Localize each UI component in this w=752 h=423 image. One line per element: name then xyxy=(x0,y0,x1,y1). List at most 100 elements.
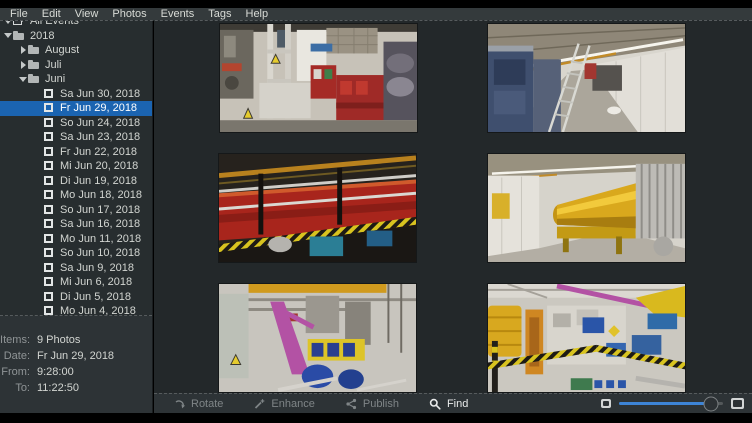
publish-label: Publish xyxy=(363,398,399,410)
sidebar-tree-item[interactable]: Sa Jun 23, 2018 xyxy=(0,130,152,145)
expander-icon[interactable] xyxy=(18,43,28,58)
folder-icon xyxy=(28,59,41,71)
expander-icon[interactable] xyxy=(33,159,43,174)
event-icon xyxy=(43,247,56,259)
expander-icon[interactable] xyxy=(18,58,28,73)
sidebar-tree-item[interactable]: All Events xyxy=(0,21,152,29)
sidebar-tree-item[interactable]: Juni xyxy=(0,72,152,87)
expander-icon[interactable] xyxy=(33,304,43,316)
event-icon xyxy=(43,233,56,245)
thumbnail-small-icon[interactable] xyxy=(601,399,611,408)
event-icon xyxy=(43,218,56,230)
expander-icon[interactable] xyxy=(33,188,43,203)
info-panel: Items: 9 Photos Date: Fr Jun 29, 2018 Fr… xyxy=(0,316,152,413)
event-icon xyxy=(43,117,56,129)
sidebar-tree-item[interactable]: Mi Jun 6, 2018 xyxy=(0,275,152,290)
expander-icon[interactable] xyxy=(33,101,43,116)
tree-item-label: August xyxy=(45,44,79,56)
menu-item[interactable]: File xyxy=(3,8,35,20)
tree-item-label: So Jun 17, 2018 xyxy=(60,204,140,216)
expander-icon[interactable] xyxy=(33,116,43,131)
tree-item-label: Juli xyxy=(45,59,62,71)
expander-icon[interactable] xyxy=(33,87,43,102)
sidebar-tree-item[interactable]: Sa Jun 30, 2018 xyxy=(0,87,152,102)
expander-icon[interactable] xyxy=(33,246,43,261)
sidebar-tree-item[interactable]: 2018 xyxy=(0,29,152,44)
rotate-label: Rotate xyxy=(191,398,223,410)
info-row: Date: Fr Jun 29, 2018 xyxy=(0,348,152,364)
expander-icon[interactable] xyxy=(33,217,43,232)
tree-item-label: Mo Jun 18, 2018 xyxy=(60,189,142,201)
photo-thumbnail-6[interactable] xyxy=(487,283,686,393)
expander-icon[interactable] xyxy=(33,130,43,145)
sidebar-tree-item[interactable]: Sa Jun 16, 2018 xyxy=(0,217,152,232)
event-icon xyxy=(43,146,56,158)
photo-thumbnail-1[interactable] xyxy=(219,23,418,133)
tree-item-label: Di Jun 19, 2018 xyxy=(60,175,137,187)
events-icon xyxy=(13,21,26,27)
event-icon xyxy=(43,175,56,187)
event-icon xyxy=(43,160,56,172)
expander-icon[interactable] xyxy=(33,275,43,290)
expander-icon[interactable] xyxy=(33,261,43,276)
expander-icon[interactable] xyxy=(33,145,43,160)
info-row: To: 11:22:50 xyxy=(0,380,152,396)
info-label: From: xyxy=(0,366,30,378)
sidebar-tree-item[interactable]: So Jun 17, 2018 xyxy=(0,203,152,218)
expander-icon[interactable] xyxy=(3,21,13,29)
photo-grid: Rotate Enhance Publish xyxy=(154,21,752,413)
event-icon xyxy=(43,305,56,316)
rotate-button[interactable]: Rotate xyxy=(158,394,238,413)
info-value: 9 Photos xyxy=(37,334,80,346)
expander-icon[interactable] xyxy=(33,232,43,247)
expander-icon[interactable] xyxy=(3,29,13,44)
menu-item[interactable]: Photos xyxy=(105,8,153,20)
menu-item[interactable]: Edit xyxy=(35,8,68,20)
sidebar-tree-item[interactable]: August xyxy=(0,43,152,58)
sidebar-tree-item[interactable]: Di Jun 5, 2018 xyxy=(0,290,152,305)
menu-item[interactable]: View xyxy=(68,8,106,20)
tree-item-label: Fr Jun 29, 2018 xyxy=(60,102,137,114)
enhance-icon xyxy=(253,398,265,410)
focus-border xyxy=(0,20,752,21)
sidebar-tree-item[interactable]: Fr Jun 22, 2018 xyxy=(0,145,152,160)
expander-icon[interactable] xyxy=(18,72,28,87)
menu-item[interactable]: Help xyxy=(239,8,276,20)
sidebar-tree-item[interactable]: So Jun 10, 2018 xyxy=(0,246,152,261)
photo-thumbnail-2[interactable] xyxy=(487,23,686,133)
publish-button[interactable]: Publish xyxy=(330,394,414,413)
sidebar-tree: All Events 2018 August Juli Juni Sa Jun … xyxy=(0,21,152,316)
sidebar-tree-item[interactable]: Mo Jun 11, 2018 xyxy=(0,232,152,247)
app-window: FileEditViewPhotosEventsTagsHelp All Eve… xyxy=(0,0,752,423)
sidebar-tree-item[interactable]: Sa Jun 9, 2018 xyxy=(0,261,152,276)
photo-thumbnail-3[interactable] xyxy=(218,153,417,263)
sidebar-tree-item[interactable]: Mo Jun 18, 2018 xyxy=(0,188,152,203)
expander-icon[interactable] xyxy=(33,174,43,189)
tree-item-label: Mo Jun 4, 2018 xyxy=(60,305,136,316)
info-label: Date: xyxy=(0,350,30,362)
enhance-button[interactable]: Enhance xyxy=(238,394,329,413)
event-icon xyxy=(43,262,56,274)
zoom-slider-track[interactable] xyxy=(619,402,723,405)
sidebar-tree-item[interactable]: Di Jun 19, 2018 xyxy=(0,174,152,189)
menu-item[interactable]: Tags xyxy=(201,8,238,20)
find-button[interactable]: Find xyxy=(414,394,483,413)
tree-item-label: Di Jun 5, 2018 xyxy=(60,291,131,303)
menu-item[interactable]: Events xyxy=(154,8,202,20)
zoom-slider-handle[interactable] xyxy=(703,396,718,411)
event-icon xyxy=(43,204,56,216)
sidebar-tree-item[interactable]: So Jun 24, 2018 xyxy=(0,116,152,131)
sidebar-tree-item[interactable]: Fr Jun 29, 2018 xyxy=(0,101,152,116)
thumbnail-large-icon[interactable] xyxy=(731,398,744,409)
expander-icon[interactable] xyxy=(33,290,43,305)
sidebar-tree-item[interactable]: Mi Jun 20, 2018 xyxy=(0,159,152,174)
sidebar-tree-item[interactable]: Juli xyxy=(0,58,152,73)
folder-icon xyxy=(28,73,41,85)
photo-thumbnail-5[interactable] xyxy=(218,283,417,393)
tree-item-label: Sa Jun 30, 2018 xyxy=(60,88,140,100)
info-value: 11:22:50 xyxy=(37,382,79,394)
sidebar-tree-list: All Events 2018 August Juli Juni Sa Jun … xyxy=(0,21,152,316)
photo-thumbnail-4[interactable] xyxy=(487,153,686,263)
sidebar-tree-item[interactable]: Mo Jun 4, 2018 xyxy=(0,304,152,316)
expander-icon[interactable] xyxy=(33,203,43,218)
